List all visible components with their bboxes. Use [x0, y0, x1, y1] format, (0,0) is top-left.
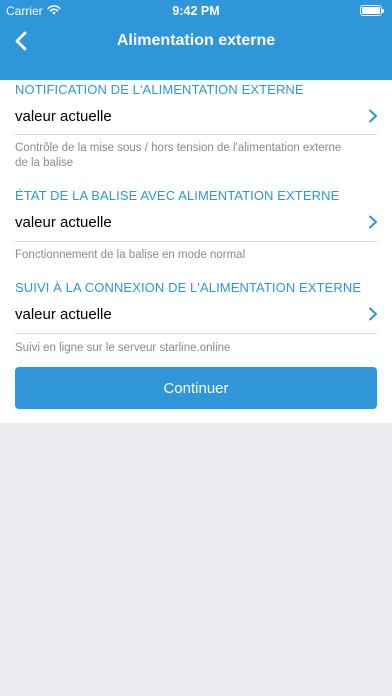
section-title-beacon-state: ÉTAT DE LA BALISE AVEC ALIMENTATION EXTE…	[15, 188, 340, 203]
section-description: Suivi en ligne sur le serveur starline.o…	[15, 342, 231, 354]
battery-icon	[360, 5, 384, 16]
chevron-right-icon	[368, 215, 378, 229]
row-tracking-value[interactable]: valeur actuelle	[0, 296, 392, 332]
header: Carrier 9:42 PM Alimentation externe	[0, 0, 392, 80]
chevron-right-icon	[368, 109, 378, 123]
row-beacon-state-value[interactable]: valeur actuelle	[0, 204, 392, 240]
chevron-right-icon	[368, 307, 378, 321]
continue-button[interactable]: Continuer	[15, 367, 377, 409]
divider	[15, 134, 377, 135]
row-value-label: valeur actuelle	[15, 213, 112, 231]
nav-bar: Alimentation externe	[0, 22, 392, 60]
row-value-label: valeur actuelle	[15, 305, 112, 323]
section-title-notification: NOTIFICATION DE L'ALIMENTATION EXTERNE	[15, 82, 304, 97]
divider	[15, 241, 377, 242]
section-description: Contrôle de la mise sous / hors tension …	[15, 142, 342, 169]
row-notification-value[interactable]: valeur actuelle	[0, 98, 392, 134]
section-description: Fonctionnement de la balise en mode norm…	[15, 249, 246, 261]
section-title-tracking: SUIVI À LA CONNEXION DE L'ALIMENTATION E…	[15, 280, 362, 295]
status-bar: Carrier 9:42 PM	[0, 0, 392, 22]
page-title: Alimentation externe	[116, 32, 276, 49]
row-value-label: valeur actuelle	[15, 107, 112, 125]
status-time: 9:42 PM	[172, 4, 220, 18]
divider	[15, 333, 377, 334]
